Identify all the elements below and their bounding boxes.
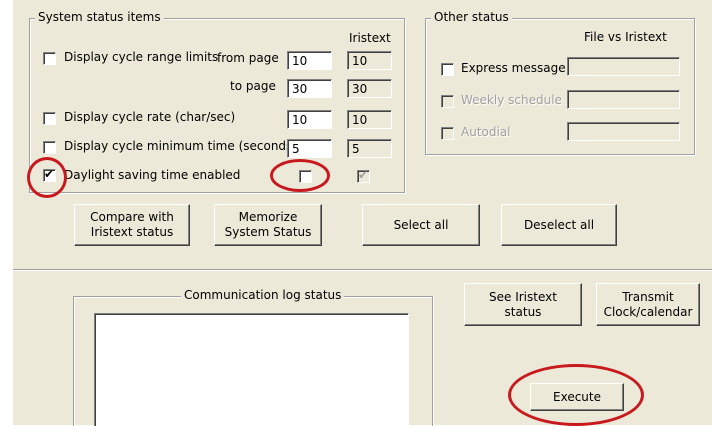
daylight-saving-label: Daylight saving time enabled bbox=[64, 168, 241, 182]
transmit-line1: Transmit bbox=[622, 289, 674, 304]
memorize-button[interactable]: Memorize System Status bbox=[214, 204, 322, 246]
daylight-iristext-check-mark: ✔ bbox=[358, 168, 369, 182]
weekly-schedule-label: Weekly schedule bbox=[461, 93, 562, 107]
weekly-schedule-checkbox bbox=[441, 95, 454, 108]
cycle-range-checkbox[interactable] bbox=[43, 52, 56, 65]
cycle-rate-label: Display cycle rate (char/sec) bbox=[64, 110, 236, 124]
iristext-column-header: Iristext bbox=[349, 31, 391, 45]
compare-button-line1: Compare with bbox=[90, 210, 174, 224]
section-divider-highlight bbox=[13, 270, 712, 271]
comm-log-listbox[interactable] bbox=[94, 313, 409, 426]
annotation-circle-daylight-value bbox=[270, 159, 330, 192]
to-page-input[interactable]: 30 bbox=[287, 79, 332, 98]
from-page-label: from page bbox=[217, 51, 279, 65]
cycle-rate-checkbox[interactable] bbox=[43, 112, 56, 125]
cycle-min-time-iristext: 5 bbox=[347, 139, 392, 158]
cycle-min-time-label: Display cycle minimum time (seconds) bbox=[64, 139, 297, 153]
deselect-all-button[interactable]: Deselect all bbox=[501, 204, 617, 246]
from-page-iristext: 10 bbox=[347, 51, 392, 70]
memorize-button-line1: Memorize bbox=[238, 210, 298, 224]
comm-log-title: Communication log status bbox=[181, 288, 345, 302]
annotation-circle-execute bbox=[508, 364, 644, 426]
from-page-input[interactable]: 10 bbox=[287, 51, 332, 70]
cycle-min-time-checkbox[interactable] bbox=[43, 141, 56, 154]
express-message-field bbox=[567, 57, 680, 76]
weekly-schedule-field bbox=[567, 90, 680, 109]
select-all-button[interactable]: Select all bbox=[362, 204, 480, 246]
autodial-field bbox=[567, 122, 680, 141]
system-status-title: System status items bbox=[35, 10, 164, 24]
memorize-button-line2: System Status bbox=[224, 225, 312, 239]
to-page-iristext: 30 bbox=[347, 79, 392, 98]
annotation-circle-daylight-checkbox bbox=[27, 157, 67, 198]
cycle-range-label: Display cycle range limits bbox=[64, 50, 219, 64]
autodial-checkbox bbox=[441, 127, 454, 140]
transmit-clock-button[interactable]: Transmit Clock/calendar bbox=[596, 283, 700, 326]
file-vs-iristext-header: File vs Iristext bbox=[584, 30, 667, 44]
to-page-label: to page bbox=[230, 79, 276, 93]
cycle-rate-input[interactable]: 10 bbox=[287, 110, 332, 129]
compare-button-line2: Iristext status bbox=[90, 225, 174, 239]
express-message-label: Express message bbox=[461, 61, 566, 75]
cycle-min-time-input[interactable]: 5 bbox=[287, 139, 332, 158]
see-iristext-line2: status bbox=[504, 304, 542, 319]
compare-button[interactable]: Compare with Iristext status bbox=[74, 204, 190, 246]
express-message-checkbox[interactable] bbox=[441, 63, 454, 76]
transmit-line2: Clock/calendar bbox=[603, 304, 693, 319]
daylight-iristext-checkbox: ✔ bbox=[357, 168, 370, 183]
autodial-label: Autodial bbox=[461, 125, 511, 139]
other-status-title: Other status bbox=[431, 10, 512, 24]
see-iristext-status-button[interactable]: See Iristext status bbox=[464, 283, 582, 326]
see-iristext-line1: See Iristext bbox=[489, 289, 557, 304]
cycle-rate-iristext: 10 bbox=[347, 110, 392, 129]
